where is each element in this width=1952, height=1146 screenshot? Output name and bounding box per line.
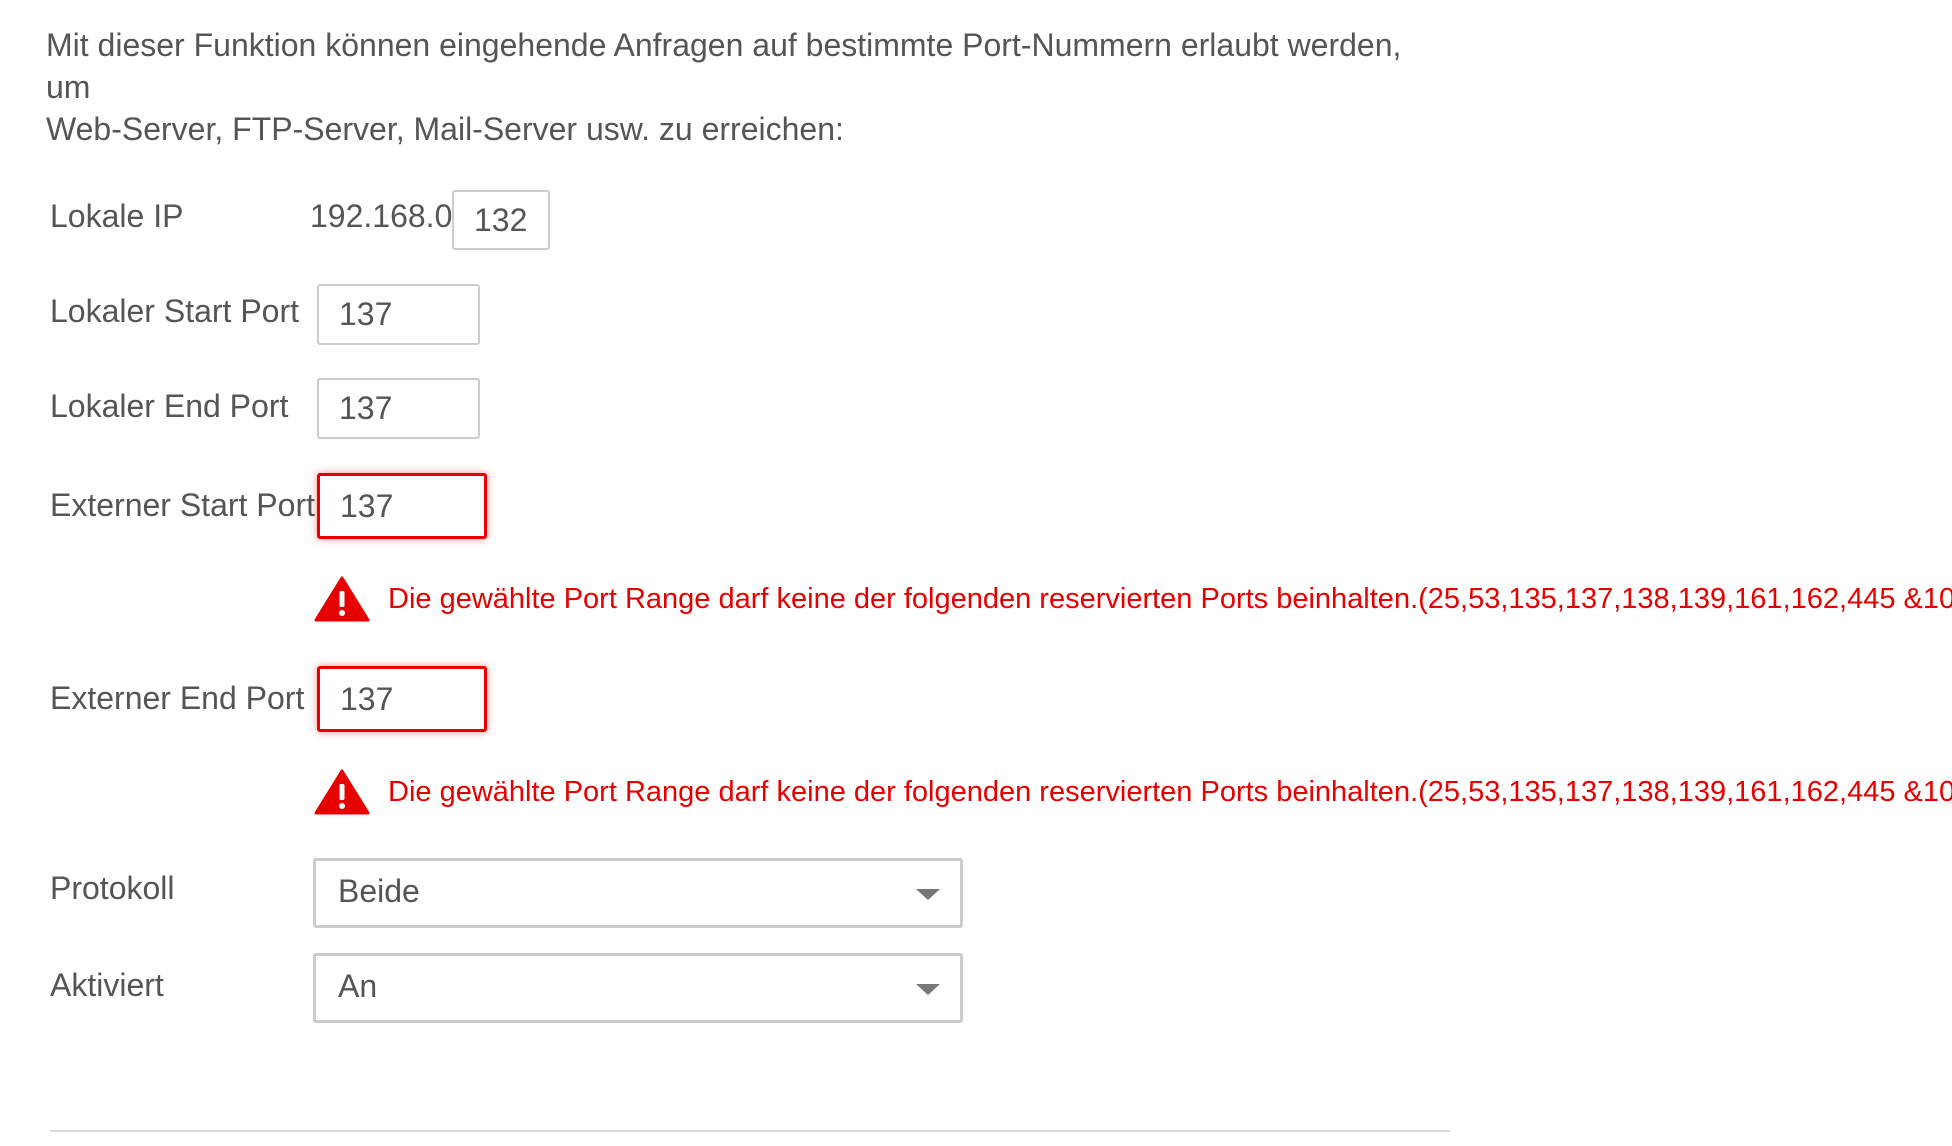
local-ip-label: Lokale IP xyxy=(50,198,184,234)
external-end-port-input[interactable] xyxy=(317,666,487,732)
external-end-port-error-text: Die gewählte Port Range darf keine der f… xyxy=(388,775,1952,808)
intro-line-2: Web-Server, FTP-Server, Mail-Server usw.… xyxy=(46,111,844,147)
protocol-selected-value: Beide xyxy=(338,873,420,909)
port-forwarding-form: Mit dieser Funktion können eingehende An… xyxy=(0,0,1952,1146)
chevron-down-icon xyxy=(916,889,940,900)
chevron-down-icon xyxy=(916,984,940,995)
local-end-port-label: Lokaler End Port xyxy=(50,388,289,424)
enabled-selected-value: An xyxy=(338,968,378,1004)
local-end-port-input[interactable] xyxy=(317,378,480,439)
warning-triangle-icon xyxy=(314,576,370,622)
external-start-port-error: Die gewählte Port Range darf keine der f… xyxy=(314,576,1952,622)
local-start-port-label: Lokaler Start Port xyxy=(50,293,299,329)
enabled-select[interactable]: An xyxy=(313,953,963,1023)
protocol-select[interactable]: Beide xyxy=(313,858,963,928)
intro-text: Mit dieser Funktion können eingehende An… xyxy=(46,24,1426,150)
external-start-port-input[interactable] xyxy=(317,473,487,539)
intro-line-1: Mit dieser Funktion können eingehende An… xyxy=(46,27,1402,105)
local-start-port-input[interactable] xyxy=(317,284,480,345)
protocol-label: Protokoll xyxy=(50,870,175,906)
enabled-label: Aktiviert xyxy=(50,967,164,1003)
local-ip-last-octet-input[interactable] xyxy=(452,190,550,250)
external-end-port-error: Die gewählte Port Range darf keine der f… xyxy=(314,769,1952,815)
external-start-port-error-text: Die gewählte Port Range darf keine der f… xyxy=(388,582,1952,615)
external-start-port-label: Externer Start Port xyxy=(50,487,315,523)
divider xyxy=(50,1130,1450,1132)
local-ip-prefix: 192.168.0. xyxy=(310,198,462,234)
warning-triangle-icon xyxy=(314,769,370,815)
external-end-port-label: Externer End Port xyxy=(50,680,305,716)
